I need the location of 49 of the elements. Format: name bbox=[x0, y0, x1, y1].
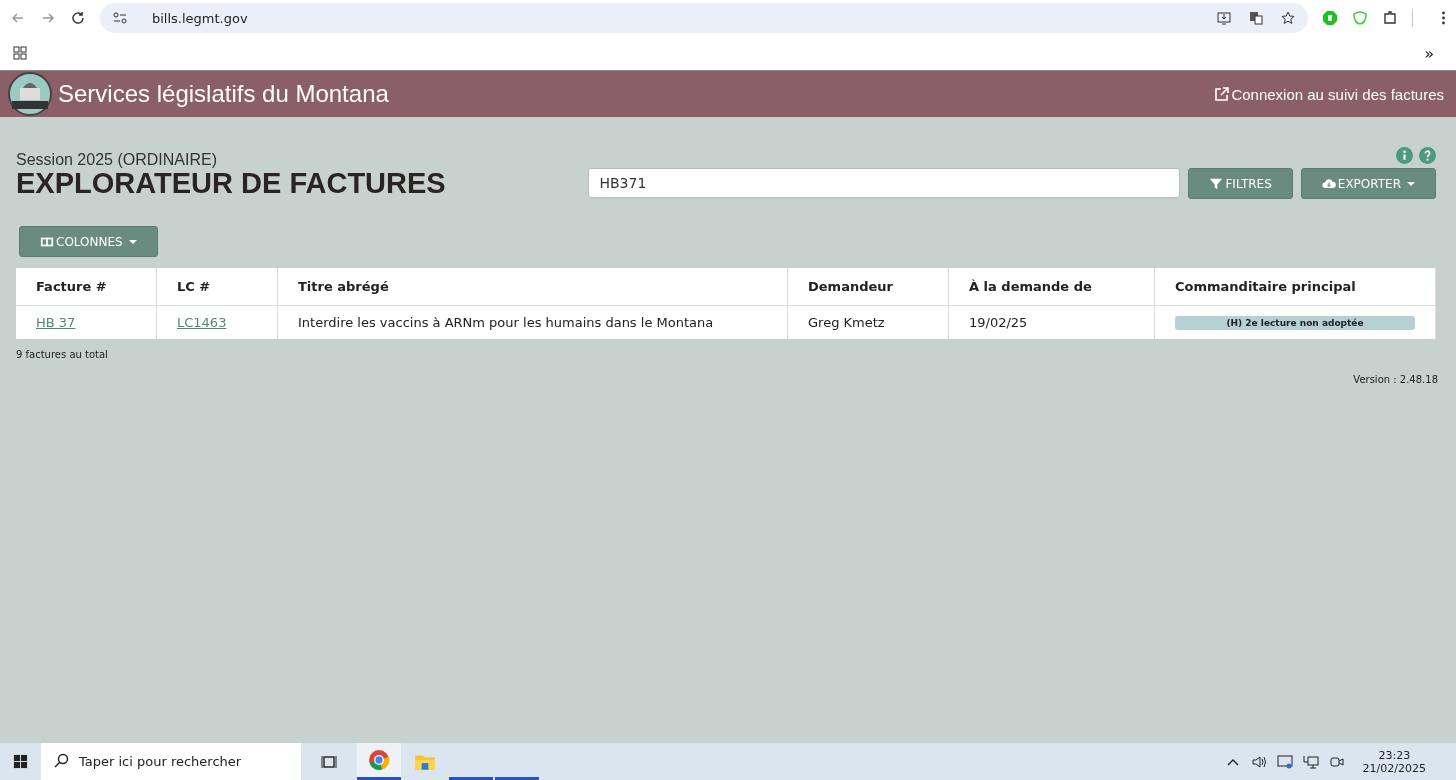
column-header[interactable]: Titre abrégé bbox=[277, 268, 788, 306]
menu-icon[interactable] bbox=[1441, 10, 1446, 26]
table-cell: Interdire les vaccins à ARNm pour les humains dans le Montana bbox=[298, 315, 714, 330]
bill-link[interactable]: LC1463 bbox=[177, 315, 227, 330]
site-title: Services législatifs du Montana bbox=[58, 80, 389, 108]
page-title: EXPLORATEUR DE FACTURES bbox=[16, 167, 446, 200]
info-icon[interactable] bbox=[1396, 147, 1413, 164]
column-header[interactable]: Demandeur bbox=[787, 268, 949, 306]
more-bookmarks-button[interactable]: » bbox=[1424, 43, 1434, 63]
columns-button[interactable]: COLONNES bbox=[19, 226, 158, 257]
external-link-icon bbox=[1214, 86, 1231, 102]
translate-icon[interactable] bbox=[1248, 10, 1264, 26]
puzzle-icon[interactable] bbox=[1382, 10, 1398, 26]
start-icon[interactable] bbox=[13, 754, 28, 769]
search-icon bbox=[53, 753, 69, 769]
column-header[interactable]: Facture # bbox=[16, 268, 157, 306]
column-header[interactable]: LC # bbox=[156, 268, 278, 306]
version-label: Version : 2.48.18 bbox=[1353, 374, 1438, 385]
cloud-download-icon bbox=[1321, 176, 1336, 191]
chrome-icon bbox=[368, 749, 390, 771]
url-text: bills.legmt.gov bbox=[152, 10, 248, 26]
taskbar-app[interactable] bbox=[357, 743, 401, 780]
site-settings-icon bbox=[112, 10, 128, 26]
help-icon[interactable] bbox=[1419, 147, 1436, 164]
bill-link[interactable]: HB 37 bbox=[36, 315, 76, 330]
session-label: Session 2025 (ORDINAIRE) bbox=[16, 151, 218, 169]
task-view-icon[interactable] bbox=[321, 753, 337, 770]
status-badge: (H) 2e lecture non adoptée bbox=[1175, 315, 1415, 330]
export-button[interactable]: EXPORTER bbox=[1300, 168, 1436, 199]
table-cell: Greg Kmetz bbox=[808, 315, 885, 330]
total-count: 9 factures au total bbox=[16, 349, 109, 360]
apps-grid-icon[interactable] bbox=[12, 45, 28, 61]
taskbar-search-field[interactable]: Taper ici pour rechercher bbox=[41, 743, 301, 780]
filter-icon bbox=[1209, 176, 1224, 191]
search-field[interactable]: HB371 bbox=[588, 168, 1181, 198]
reload-icon[interactable] bbox=[70, 10, 86, 26]
star-icon[interactable] bbox=[1280, 10, 1296, 26]
login-link[interactable]: Connexion au suivi des factures bbox=[1214, 85, 1444, 103]
network-icon[interactable] bbox=[1302, 753, 1319, 770]
table-cell: 19/02/25 bbox=[969, 315, 1028, 330]
capitol-logo-icon bbox=[8, 72, 52, 116]
install-app-icon[interactable] bbox=[1216, 10, 1232, 26]
speaker-icon[interactable] bbox=[1250, 753, 1267, 770]
taskbar-clock[interactable]: 23:23 21/02/2025 bbox=[1362, 748, 1426, 775]
monitor-icon[interactable] bbox=[1276, 753, 1293, 770]
filters-button[interactable]: FILTRES bbox=[1188, 168, 1293, 199]
column-header[interactable]: À la demande de bbox=[948, 268, 1155, 306]
column-header[interactable]: Commanditaire principal bbox=[1154, 268, 1436, 306]
address-bar[interactable]: bills.legmt.gov bbox=[100, 3, 1308, 33]
